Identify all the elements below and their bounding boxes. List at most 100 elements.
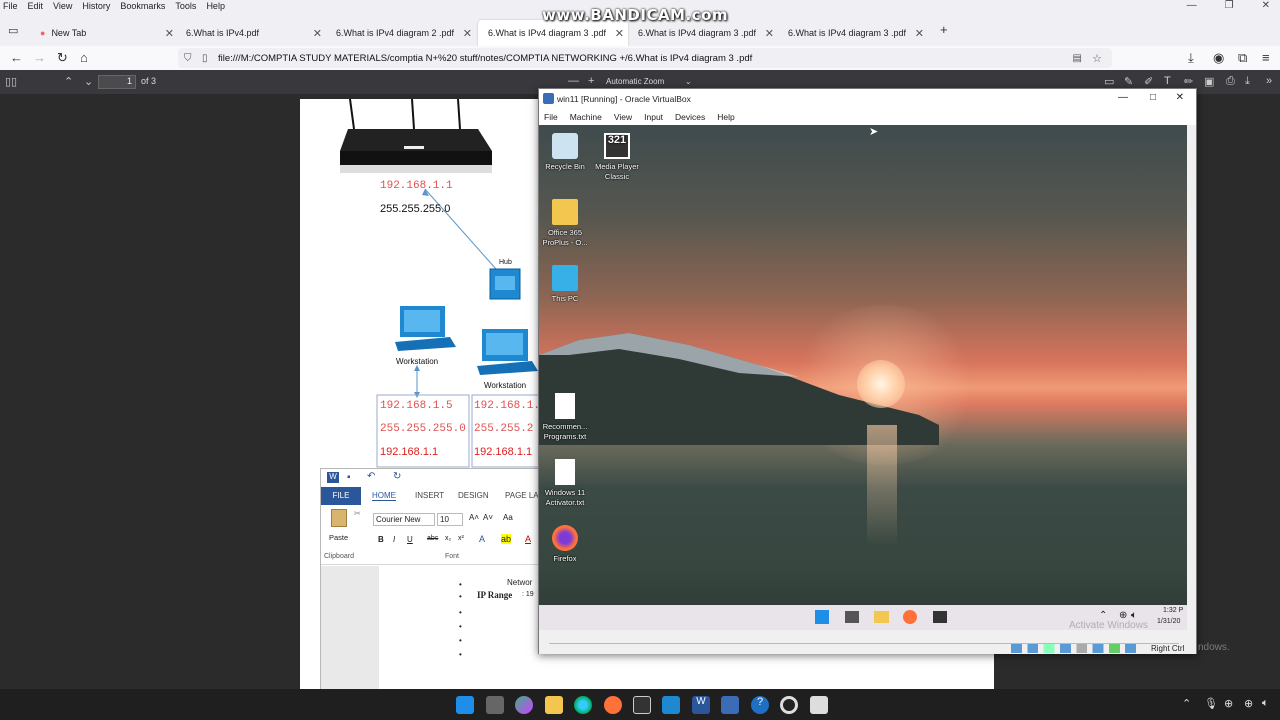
zoom-select[interactable]: Automatic Zoom [606, 77, 664, 86]
vbox-menu-view[interactable]: View [614, 112, 632, 122]
downloads-icon[interactable]: ⤓ [1188, 50, 1194, 66]
vbox-menu-machine[interactable]: Machine [570, 112, 602, 122]
previous-page-icon[interactable]: ⌃ [64, 75, 73, 88]
close-tab-icon[interactable]: ✕ [915, 27, 924, 40]
minimize-icon[interactable]: — [1187, 0, 1197, 11]
comment-icon[interactable]: ▭ [1104, 75, 1114, 88]
vbox-menu-input[interactable]: Input [644, 112, 663, 122]
tab-list-icon[interactable]: ▭ [8, 24, 18, 37]
change-case-icon[interactable]: Aa [503, 513, 513, 522]
menu-tools[interactable]: Tools [175, 1, 196, 11]
windows-start-icon[interactable] [456, 696, 474, 714]
next-page-icon[interactable]: ⌄ [84, 75, 93, 88]
record-icon[interactable] [780, 696, 798, 714]
menu-bookmarks[interactable]: Bookmarks [120, 1, 165, 11]
menu-history[interactable]: History [82, 1, 110, 11]
clock-date[interactable]: 1/31/20 [1157, 618, 1180, 625]
menu-view[interactable]: View [53, 1, 72, 11]
edit-icon[interactable]: ✎ [1124, 75, 1133, 88]
network-tool-icon[interactable] [662, 696, 680, 714]
windows-start-icon[interactable] [815, 610, 829, 624]
tab-new-tab[interactable]: ● New Tab ✕ [30, 20, 178, 46]
vbox-menu-devices[interactable]: Devices [675, 112, 705, 122]
word-tab-file[interactable]: FILE [321, 487, 361, 505]
forward-icon[interactable]: → [33, 50, 46, 65]
7zip-icon[interactable] [810, 696, 828, 714]
url-bar[interactable]: ⛉ ▯ file:///M:/COMPTIA STUDY MATERIALS/c… [178, 48, 1112, 68]
new-tab-icon[interactable]: + [940, 22, 948, 37]
redo-icon[interactable]: ↻ [393, 471, 401, 482]
shrink-font-icon[interactable]: A˅ [483, 513, 493, 522]
desktop-icon-this-pc[interactable]: This PC [539, 265, 595, 304]
font-color-icon[interactable]: A [525, 534, 531, 544]
font-name-select[interactable]: Courier New [373, 513, 435, 526]
save-icon[interactable]: ⤓ [1245, 75, 1250, 88]
text-icon[interactable]: T [1164, 75, 1171, 87]
extensions-icon[interactable]: ⧉ [1238, 50, 1247, 66]
home-icon[interactable]: ⌂ [80, 50, 88, 65]
italic-icon[interactable]: I [393, 535, 395, 544]
vbox-device-icons[interactable] [1011, 644, 1147, 653]
vbox-menu-help[interactable]: Help [717, 112, 734, 122]
shield-icon[interactable]: ⛉ [184, 53, 192, 64]
media-player-icon[interactable] [633, 696, 651, 714]
file-explorer-icon[interactable] [874, 611, 889, 623]
font-size-select[interactable]: 10 [437, 513, 463, 526]
help-icon[interactable]: ? [751, 696, 769, 714]
desktop-icon-media-player[interactable]: 321 Media Player Classic [587, 133, 647, 182]
minimize-icon[interactable]: — [1118, 92, 1128, 103]
clock-time[interactable]: 1:32 P [1163, 607, 1183, 614]
close-tab-icon[interactable]: ✕ [165, 27, 174, 40]
bookmark-star-icon[interactable]: ☆ [1092, 52, 1102, 65]
language-icon[interactable]: ⊕ [1224, 697, 1233, 710]
maximize-icon[interactable]: □ [1150, 92, 1156, 103]
subscript-icon[interactable]: x₂ [445, 535, 451, 542]
print-icon[interactable]: ⎙ [1226, 75, 1235, 88]
copilot-icon[interactable] [515, 696, 533, 714]
sidebar-toggle-icon[interactable]: ▯▯ [5, 75, 17, 88]
paste-icon[interactable] [331, 509, 347, 527]
page-number-input[interactable]: 1 [98, 75, 136, 89]
menu-edit[interactable]: Edit [28, 1, 44, 11]
word-tab-design[interactable]: DESIGN [458, 491, 489, 500]
tab-ipv4-diagram-2[interactable]: 6.What is IPv4 diagram 2 .pdf ✕ [326, 20, 476, 46]
close-icon[interactable]: ✕ [1176, 92, 1184, 103]
reload-icon[interactable]: ↻ [57, 50, 68, 66]
highlight-icon[interactable]: ✐ [1144, 75, 1153, 88]
grow-font-icon[interactable]: A˄ [469, 513, 479, 522]
tab-ipv4-diagram-3-c[interactable]: 6.What is IPv4 diagram 3 .pdf ✕ [778, 20, 928, 46]
microphone-icon[interactable]: 🎙︎ [1204, 697, 1218, 710]
word-document-page[interactable]: Networ • • IP Range : 19 • • • • [379, 566, 551, 689]
close-icon[interactable]: ✕ [1262, 0, 1270, 11]
vbox-menu-file[interactable]: File [544, 112, 558, 122]
underline-icon[interactable]: U [407, 535, 413, 544]
reader-view-icon[interactable]: ▤ [1073, 53, 1082, 64]
media-player-taskbar-icon[interactable] [933, 611, 947, 623]
volume-icon[interactable]: 🔈︎ [1262, 697, 1269, 710]
close-tab-icon[interactable]: ✕ [313, 27, 322, 40]
close-tab-icon[interactable]: ✕ [615, 27, 624, 40]
strikethrough-icon[interactable]: abc [427, 535, 438, 542]
account-icon[interactable]: ◉ [1213, 50, 1224, 66]
word-tab-insert[interactable]: INSERT [415, 491, 444, 500]
firefox-taskbar-icon[interactable] [903, 610, 917, 624]
task-view-icon[interactable] [486, 696, 504, 714]
zoom-in-icon[interactable]: + [588, 75, 594, 87]
undo-icon[interactable]: ↶ [367, 471, 375, 482]
superscript-icon[interactable]: x² [458, 535, 464, 542]
file-explorer-icon[interactable] [545, 696, 563, 714]
task-view-icon[interactable] [845, 611, 859, 623]
draw-icon[interactable]: ✏ [1184, 75, 1193, 88]
word-icon[interactable]: W [692, 696, 710, 714]
virtualbox-icon[interactable] [721, 696, 739, 714]
vm-scrollbar[interactable] [1187, 125, 1196, 630]
menu-help[interactable]: Help [206, 1, 225, 11]
chevron-down-icon[interactable]: ⌄ [685, 77, 692, 86]
firefox-icon[interactable] [604, 696, 622, 714]
image-icon[interactable]: ▣ [1204, 75, 1214, 88]
maximize-icon[interactable]: ❐ [1225, 0, 1234, 11]
edge-icon[interactable] [574, 696, 592, 714]
word-tab-home[interactable]: HOME [372, 491, 396, 501]
desktop-icon-windows-activator[interactable]: Windows 11 Activator.txt [539, 459, 595, 508]
network-icon[interactable]: ⊕ [1244, 697, 1253, 710]
